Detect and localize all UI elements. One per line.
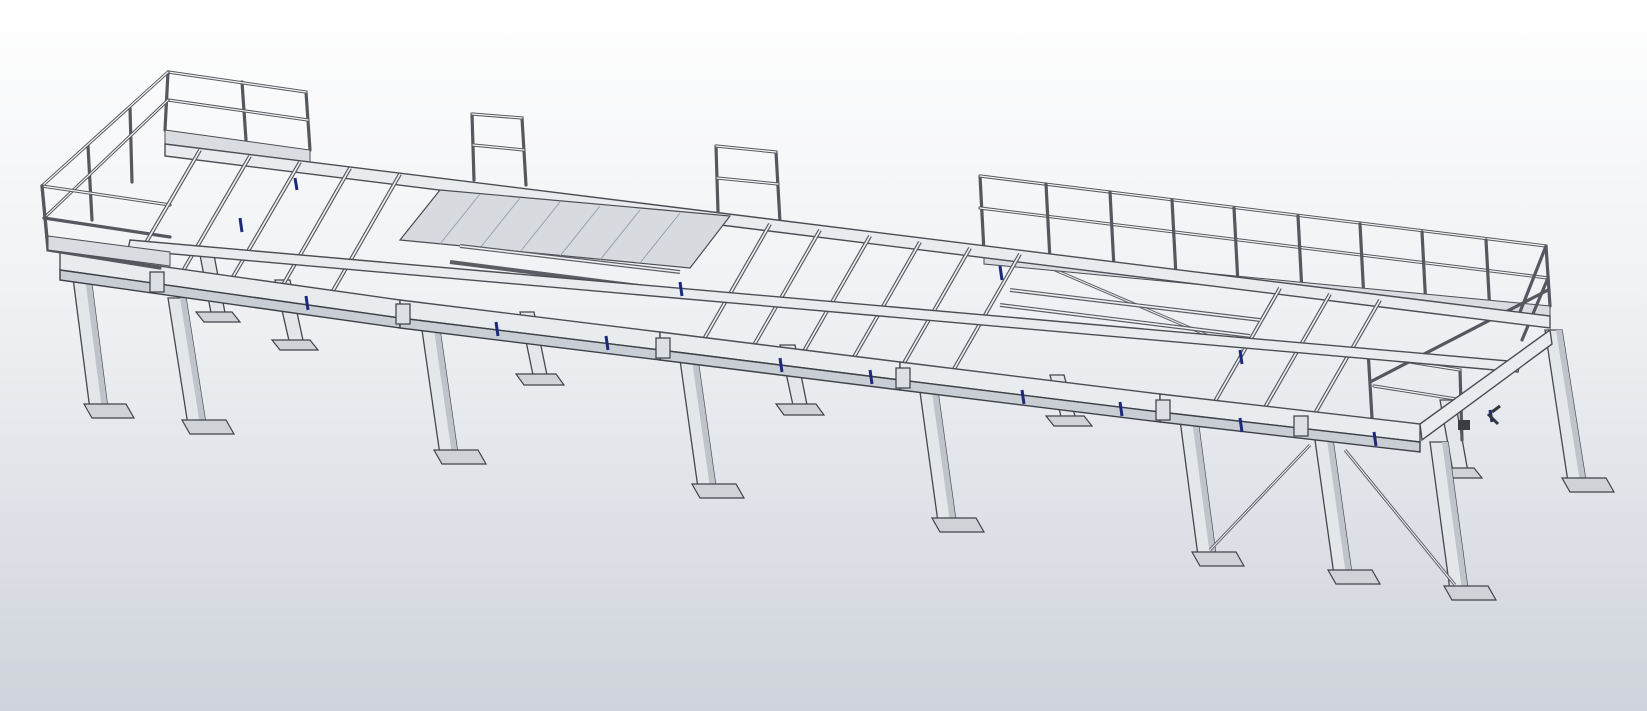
front-leg (679, 359, 746, 499)
platform-model[interactable] (0, 0, 1647, 711)
front-leg (1179, 419, 1246, 567)
front-leg (71, 269, 136, 419)
cad-viewport[interactable] (0, 0, 1647, 711)
front-leg (919, 391, 986, 533)
joists (128, 148, 1382, 423)
access-gate (714, 144, 782, 224)
front-leg (1314, 439, 1382, 585)
front-leg (421, 329, 488, 465)
guardrail-left-side (40, 70, 172, 250)
access-gate (470, 112, 528, 187)
deck-plate (398, 189, 732, 269)
front-leg (1544, 329, 1616, 493)
